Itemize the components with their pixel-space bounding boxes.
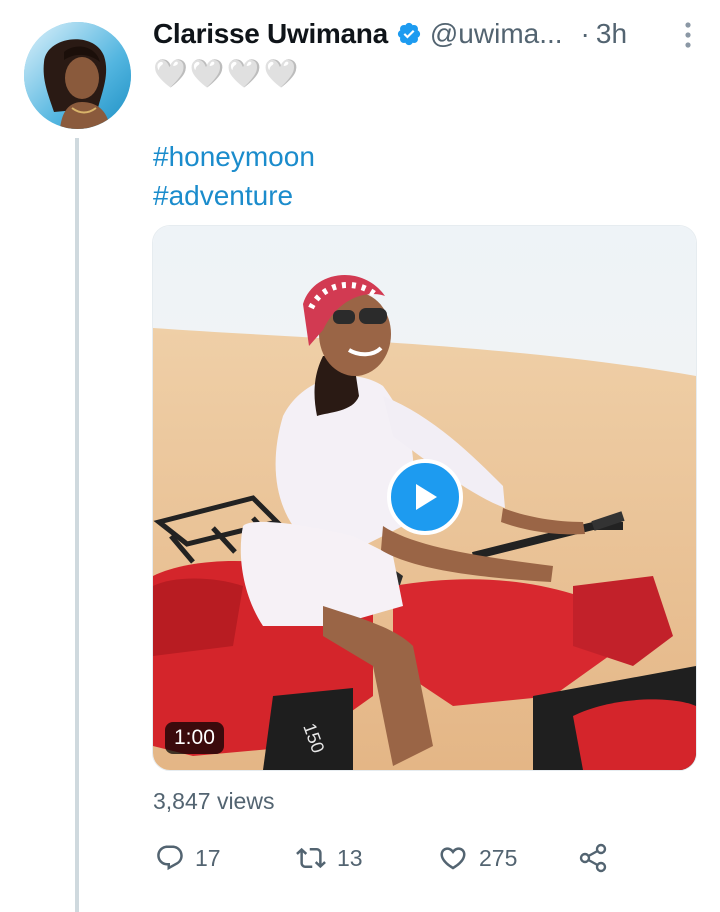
video-player[interactable]: 150 1:00 — [152, 225, 697, 771]
author-handle[interactable]: @uwima... — [430, 18, 563, 50]
author-avatar[interactable] — [24, 22, 131, 129]
tweet-header: Clarisse Uwimana @uwima... · 3h — [153, 14, 700, 54]
share-button[interactable] — [577, 842, 609, 874]
tweet-timestamp[interactable]: 3h — [596, 18, 627, 50]
tweet-action-bar: 17 13 275 — [155, 838, 609, 878]
play-icon — [416, 484, 437, 510]
reply-icon — [157, 845, 183, 871]
more-vertical-icon[interactable] — [682, 20, 694, 50]
reply-count: 17 — [195, 844, 221, 871]
view-count[interactable]: 3,847 views — [153, 788, 274, 815]
like-button[interactable]: 275 — [437, 843, 577, 873]
reply-button[interactable]: 17 — [155, 843, 295, 873]
author-display-name[interactable]: Clarisse Uwimana — [153, 18, 388, 50]
like-count: 275 — [479, 844, 518, 871]
play-button[interactable] — [387, 459, 463, 535]
tweet-text: #honeymoon #adventure — [153, 137, 315, 215]
share-icon — [579, 843, 607, 873]
thread-connector-line — [75, 138, 79, 912]
retweet-icon — [296, 847, 326, 869]
retweet-count: 13 — [337, 844, 363, 871]
hashtag-link[interactable]: #honeymoon — [153, 137, 315, 176]
heart-icon — [440, 847, 466, 870]
verified-badge-icon — [396, 21, 422, 47]
retweet-button[interactable]: 13 — [295, 843, 437, 873]
header-separator: · — [580, 18, 590, 49]
video-duration-badge: 1:00 — [165, 722, 224, 754]
author-emoji-line: 🤍🤍🤍🤍 — [153, 58, 301, 89]
hashtag-link[interactable]: #adventure — [153, 176, 315, 215]
